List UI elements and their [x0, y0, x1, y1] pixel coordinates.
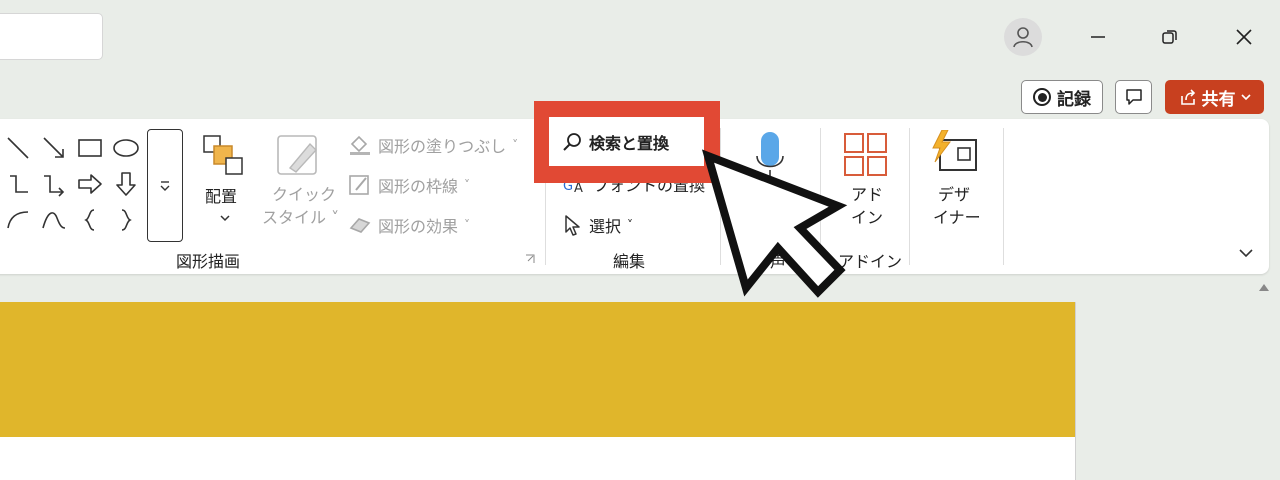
- designer-icon[interactable]: [930, 130, 980, 176]
- right-arrow-shape-icon[interactable]: [76, 170, 104, 198]
- elbow-arrow-shape-icon[interactable]: [40, 170, 68, 198]
- close-button[interactable]: [1224, 20, 1264, 54]
- ribbon-divider: [909, 128, 910, 265]
- person-icon: [1013, 27, 1033, 48]
- paint-bucket-icon: [350, 135, 370, 155]
- pencil-outline-icon: [349, 175, 369, 195]
- pointer-arrow-icon: [701, 149, 848, 298]
- shape-effects-button[interactable]: 図形の効果 ˅: [348, 213, 470, 237]
- curve-shape-icon[interactable]: [40, 206, 68, 234]
- chevron-down-icon: ˅: [512, 138, 519, 152]
- gallery-expand-icon: [160, 180, 170, 191]
- left-brace-shape-icon[interactable]: [76, 206, 104, 234]
- oval-shape-icon[interactable]: [112, 134, 140, 162]
- minimize-button[interactable]: [1078, 20, 1118, 54]
- shape-outline-button[interactable]: 図形の枠線 ˅: [348, 173, 470, 197]
- rectangle-shape-icon[interactable]: [76, 134, 104, 162]
- chevron-down-icon: ˅: [627, 218, 634, 232]
- close-icon: [1236, 29, 1252, 45]
- pointer-icon: [565, 215, 580, 236]
- restore-icon: [1162, 30, 1177, 44]
- share-label: 共有: [1201, 89, 1236, 110]
- search-icon: [563, 132, 581, 151]
- down-arrow-shape-icon[interactable]: [112, 170, 140, 198]
- dialog-launcher-icon[interactable]: [525, 254, 535, 264]
- ribbon-collapse-icon[interactable]: [1236, 244, 1256, 262]
- share-icon: [1180, 89, 1195, 105]
- arrange-label[interactable]: 配置: [205, 186, 237, 208]
- shape-fill-label: 図形の塗りつぶし: [378, 137, 507, 156]
- chevron-down-icon: ˅: [464, 178, 471, 192]
- line-shape-icon[interactable]: [4, 134, 32, 162]
- find-replace-button[interactable]: 検索と置換: [549, 117, 704, 166]
- comment-icon: [1125, 89, 1142, 105]
- shapes-gallery-more-button[interactable]: [147, 129, 183, 242]
- ribbon-divider: [1003, 128, 1004, 265]
- right-brace-shape-icon[interactable]: [112, 206, 140, 234]
- arrow-line-shape-icon[interactable]: [40, 134, 68, 162]
- arrange-icon[interactable]: [202, 134, 246, 178]
- designer-label-line1: デザ: [938, 185, 971, 204]
- quick-styles-label-line1: クイック: [272, 185, 337, 204]
- chevron-down-icon: ˅: [464, 218, 471, 232]
- record-label: 記録: [1057, 89, 1091, 110]
- chevron-down-icon: [220, 215, 230, 222]
- shape-effects-label: 図形の効果: [378, 217, 459, 236]
- elbow-connector-shape-icon[interactable]: [4, 170, 32, 198]
- minimize-icon: [1091, 36, 1105, 38]
- addins-label-line2: イン: [851, 208, 884, 227]
- comments-button[interactable]: [1115, 80, 1152, 114]
- chevron-down-icon: [1240, 94, 1251, 101]
- restore-button[interactable]: [1150, 20, 1190, 54]
- shape-effects-icon: [349, 218, 371, 233]
- select-button[interactable]: 選択 ˅: [563, 213, 633, 237]
- title-search-box[interactable]: [0, 13, 103, 60]
- find-replace-label: 検索と置換: [589, 133, 670, 153]
- arc-shape-icon[interactable]: [4, 206, 32, 234]
- shape-fill-button[interactable]: 図形の塗りつぶし ˅: [348, 133, 518, 157]
- addins-label-line1: アド: [851, 185, 884, 204]
- account-avatar[interactable]: [1004, 18, 1042, 56]
- shape-outline-label: 図形の枠線: [378, 177, 459, 196]
- share-button[interactable]: 共有: [1165, 80, 1264, 114]
- designer-label-line2: イナー: [933, 208, 981, 227]
- svg-text:A: A: [574, 181, 583, 195]
- select-label: 選択: [589, 217, 622, 236]
- drawing-group-label: 図形描画: [176, 252, 241, 271]
- scroll-up-arrow-icon[interactable]: [1257, 280, 1271, 296]
- quick-styles-icon[interactable]: [276, 134, 322, 178]
- editing-group-label: 編集: [613, 252, 646, 271]
- record-button[interactable]: 記録: [1021, 80, 1103, 114]
- slide-title-band: [0, 302, 1075, 437]
- record-icon: [1033, 88, 1051, 106]
- quick-styles-label-line2: スタイル ˅: [262, 208, 340, 227]
